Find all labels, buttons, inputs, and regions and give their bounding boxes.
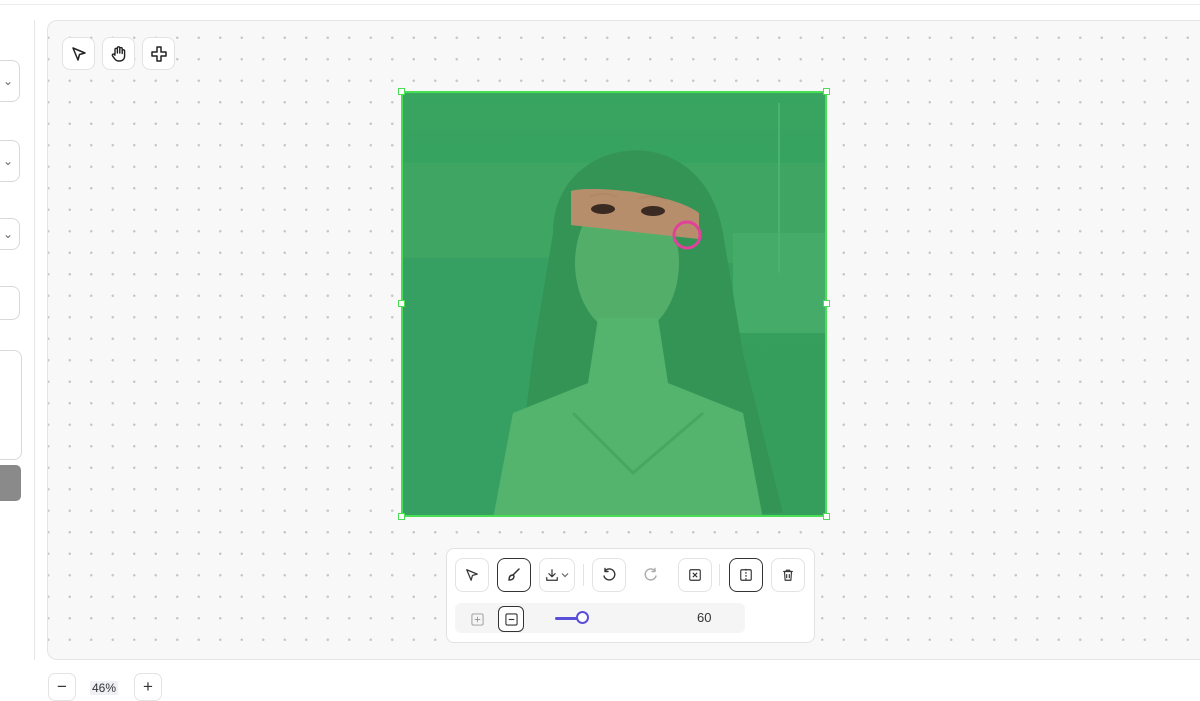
redo-button[interactable] — [634, 558, 668, 592]
resize-handle-bl[interactable] — [398, 513, 405, 520]
cursor-arrow-icon — [466, 569, 478, 581]
zoom-level: 46% — [90, 681, 119, 695]
image-frame[interactable] — [401, 91, 827, 517]
mask-toolbar: 60 — [446, 548, 815, 643]
top-divider — [0, 0, 1200, 5]
sidebar-input[interactable] — [0, 286, 20, 320]
cursor-arrow-icon — [71, 46, 86, 61]
brush-size-slider-thumb[interactable] — [576, 611, 589, 624]
resize-handle-tl[interactable] — [398, 88, 405, 95]
download-icon — [546, 569, 558, 581]
resize-handle-tr[interactable] — [823, 88, 830, 95]
canvas-tool-group — [62, 37, 175, 70]
sidebar-action-button[interactable] — [0, 465, 21, 501]
trash-icon — [783, 569, 793, 581]
toolbar-divider — [583, 564, 584, 586]
zoom-out-button[interactable]: − — [48, 673, 76, 701]
subtract-mask-mode-button[interactable] — [498, 606, 524, 632]
sidebar-textarea[interactable] — [0, 350, 22, 460]
split-icon — [740, 568, 752, 582]
undo-icon — [603, 567, 616, 581]
redo-icon — [644, 567, 657, 581]
chevron-down-icon — [561, 573, 569, 578]
brush-tool-button[interactable] — [497, 558, 531, 592]
resize-handle-ml[interactable] — [398, 300, 405, 307]
toolbar-divider — [719, 564, 720, 586]
zoom-in-button[interactable]: + — [134, 673, 162, 701]
delete-button[interactable] — [771, 558, 805, 592]
undo-button[interactable] — [592, 558, 626, 592]
add-mask-mode-button[interactable] — [464, 606, 490, 632]
pointer-tool-button[interactable] — [455, 558, 489, 592]
resize-handle-br[interactable] — [823, 513, 830, 520]
clear-mask-button[interactable] — [678, 558, 712, 592]
select-tool-button[interactable] — [62, 37, 95, 70]
minus-box-icon — [504, 612, 518, 626]
pan-tool-button[interactable] — [102, 37, 135, 70]
chevron-down-icon: ⌄ — [2, 154, 13, 168]
brush-size-value: 60 — [697, 610, 712, 625]
chevron-down-icon: ⌄ — [2, 227, 13, 241]
move-tool-button[interactable] — [142, 37, 175, 70]
invert-mask-button[interactable] — [729, 558, 763, 592]
close-box-icon — [689, 569, 701, 581]
brush-icon — [508, 568, 520, 581]
sidebar-dropdown-1[interactable]: ⌄ — [0, 60, 20, 102]
plus-box-icon — [470, 612, 484, 626]
download-dropdown-button[interactable] — [539, 558, 575, 592]
sidebar-dropdown-2[interactable]: ⌄ — [0, 140, 20, 182]
hand-icon — [111, 45, 125, 62]
chevron-down-icon: ⌄ — [2, 74, 13, 88]
left-sidebar: ⌄ ⌄ ⌄ — [0, 20, 35, 660]
resize-handle-mr[interactable] — [823, 300, 830, 307]
move-cross-icon — [150, 45, 167, 62]
sidebar-dropdown-3[interactable]: ⌄ — [0, 218, 20, 250]
